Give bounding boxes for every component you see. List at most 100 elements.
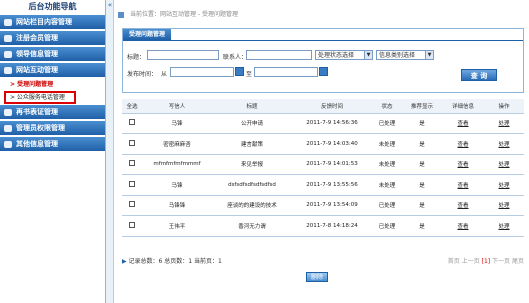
checkbox-cell[interactable] (122, 113, 142, 134)
row-checkbox[interactable] (129, 119, 135, 126)
globe-icon (4, 18, 12, 26)
start-date-input[interactable] (170, 67, 234, 77)
detail-link[interactable]: 查看 (442, 113, 484, 134)
sidebar-item-label: 网站栏目内容管理 (16, 17, 72, 26)
title-cell: 建言献策 (212, 133, 292, 155)
breadcrumb: 当前位置：网站互动管理 - 受理问题管理 (114, 9, 529, 21)
active-highlight (4, 91, 76, 104)
sidebar-item-content[interactable]: 网站栏目内容管理 (0, 15, 105, 30)
sidebar: 后台功能导航 网站栏目内容管理 注册会员管理 领导信息管理 网站互动管理 > 受… (0, 0, 106, 303)
status-cell: 已处理 (372, 215, 402, 237)
checkbox-cell[interactable] (122, 174, 142, 196)
status-select[interactable]: 处理状态选择 ▼ (315, 50, 373, 60)
breadcrumb-text: 当前位置：网站互动管理 - 受理问题管理 (130, 11, 238, 18)
panel-tab[interactable]: 受理问题管理 (123, 29, 172, 40)
pager-current[interactable]: [1] (482, 258, 491, 265)
time-cell: 2011-7-8 14:18:24 (292, 215, 372, 237)
time-cell: 2011-7-9 13:54:09 (292, 195, 372, 216)
sidebar-item-label: 领导信息管理 (16, 49, 58, 58)
sidebar-item-leaders[interactable]: 领导信息管理 (0, 47, 105, 62)
table-header-row: 全选 写信人 标题 反馈时间 状态 推荐显示 详细信息 操作 (122, 99, 524, 114)
title-input[interactable] (147, 50, 219, 60)
sidebar-item-label: 其他信息管理 (16, 139, 58, 148)
time-cell: 2011-7-9 14:01:53 (292, 154, 372, 175)
pager-prev[interactable]: 上一页 (462, 258, 480, 265)
main-content: 当前位置：网站互动管理 - 受理问题管理 受理问题管理 标题： 联系人： 处理状… (114, 0, 529, 303)
contact-input[interactable] (246, 50, 312, 60)
process-link[interactable]: 处理 (484, 215, 524, 237)
pager-first[interactable]: 首页 (448, 258, 460, 265)
triangle-icon: ▶ (122, 258, 127, 265)
table-row: 马锋 公开申请 2011-7-9 14:56:36 已处理是查看 处理 (122, 113, 524, 134)
checkbox-cell[interactable] (122, 215, 142, 237)
delete-button[interactable]: 删除 (306, 272, 328, 282)
to-label: 至 (246, 71, 253, 78)
chevron-down-icon: ▼ (425, 51, 433, 59)
checkbox-cell[interactable] (122, 195, 142, 216)
row-checkbox[interactable] (129, 139, 135, 146)
chevron-down-icon: ▼ (364, 51, 372, 59)
table-footer: ▶ 记录总数：6 总页数：1 当前页：1 首页 上一页 [1] 下一页 尾页 (122, 256, 524, 266)
detail-link[interactable]: 查看 (442, 154, 484, 175)
time-cell: 2011-7-9 13:55:56 (292, 174, 372, 196)
title-label: 标题： (127, 54, 146, 61)
row-checkbox[interactable] (129, 160, 135, 167)
admin-icon (4, 124, 12, 132)
pager-next[interactable]: 下一页 (492, 258, 510, 265)
time-cell: 2011-7-9 14:56:36 (292, 113, 372, 134)
calendar-icon[interactable] (319, 67, 328, 76)
writer-cell: mfmfmfmfmmmf (142, 154, 212, 175)
end-date-input[interactable] (254, 67, 318, 77)
sidebar-item-members[interactable]: 注册会员管理 (0, 31, 105, 46)
chat-icon (4, 66, 12, 74)
row-checkbox[interactable] (129, 180, 135, 187)
detail-link[interactable]: 查看 (442, 215, 484, 237)
sidebar-item-label: 管理员权限管理 (16, 123, 65, 132)
calendar-icon[interactable] (235, 67, 244, 76)
status-cell: 已处理 (372, 195, 402, 216)
writer-cell: 马锋锋 (142, 195, 212, 216)
process-link[interactable]: 处理 (484, 133, 524, 155)
status-select-value: 处理状态选择 (318, 52, 355, 59)
book-icon (4, 108, 12, 116)
sidebar-item-admins[interactable]: 管理员权限管理 (0, 121, 105, 136)
writer-cell: 马锋 (142, 113, 212, 134)
checkbox-cell[interactable] (122, 154, 142, 175)
pager: 首页 上一页 [1] 下一页 尾页 (448, 256, 524, 265)
status-header: 状态 (372, 99, 402, 114)
sidebar-subitem-issues[interactable]: > 受理问题管理 (0, 78, 105, 91)
sidebar-item-other[interactable]: 其他信息管理 (0, 137, 105, 152)
sidebar-item-books[interactable]: 再书表证管理 (0, 105, 105, 120)
pager-last[interactable]: 尾页 (512, 258, 524, 265)
process-link[interactable]: 处理 (484, 195, 524, 216)
status-cell: 未处理 (372, 133, 402, 155)
users-icon (4, 34, 12, 42)
detail-link[interactable]: 查看 (442, 195, 484, 216)
table-row: 马锋 dsfsdfsdfsdfsdfsd 2011-7-9 13:55:56 未处理是… (122, 174, 524, 196)
table-row: mfmfmfmfmmmf 来见举报 2011-7-9 14:01:53 未处理是查看处… (122, 154, 524, 175)
detail-link[interactable]: 查看 (442, 174, 484, 196)
contact-label: 联系人： (223, 54, 248, 61)
info-icon (4, 140, 12, 148)
collapse-bar[interactable]: « (106, 0, 114, 303)
search-button[interactable]: 查 询 (461, 69, 497, 81)
type-select[interactable]: 信息类别选择 ▼ (376, 50, 434, 60)
double-chevron-left-icon[interactable]: « (106, 0, 114, 10)
status-cell: 未处理 (372, 174, 402, 196)
select-all-header[interactable]: 全选 (122, 99, 142, 114)
row-checkbox[interactable] (129, 221, 135, 228)
sidebar-item-label: 再书表证管理 (16, 107, 58, 116)
process-link[interactable]: 处理 (484, 154, 524, 175)
process-link[interactable]: 处理 (484, 174, 524, 196)
title-header: 标题 (212, 99, 292, 114)
time-label: 发布时间： (127, 71, 158, 78)
row-checkbox[interactable] (129, 201, 135, 208)
title-cell: 香河无力谓 (212, 215, 292, 237)
status-cell: 未处理 (372, 154, 402, 175)
checkbox-cell[interactable] (122, 133, 142, 155)
detail-link[interactable]: 查看 (442, 133, 484, 155)
table-row: 密密麻麻咨 建言献策 2011-7-9 14:03:40 未处理是查看 处理 (122, 133, 524, 155)
process-link[interactable]: 处理 (484, 113, 524, 134)
status-cell: 已处理 (372, 113, 402, 134)
sidebar-item-interaction[interactable]: 网站互动管理 (0, 63, 105, 78)
